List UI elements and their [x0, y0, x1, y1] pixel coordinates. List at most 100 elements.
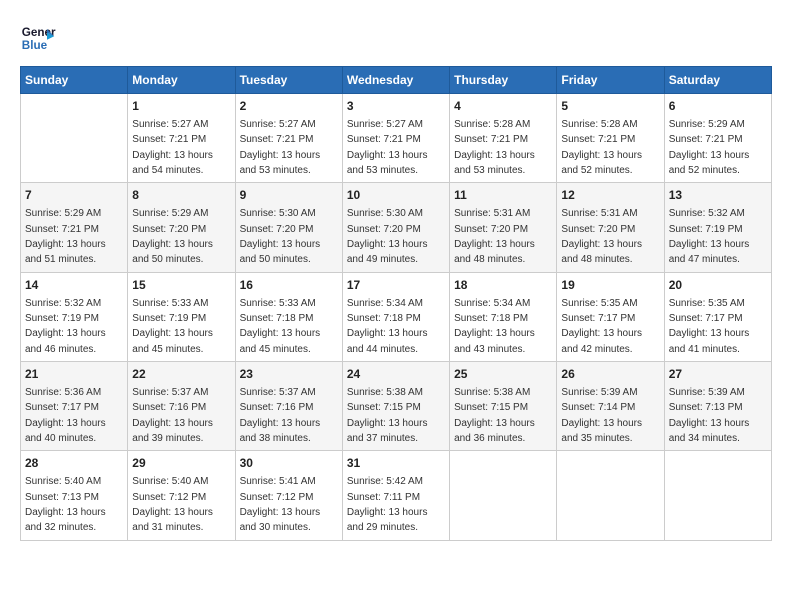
- day-info: Sunrise: 5:27 AM Sunset: 7:21 PM Dayligh…: [347, 119, 428, 176]
- calendar-cell: 25 Sunrise: 5:38 AM Sunset: 7:15 PM Dayli…: [450, 362, 557, 451]
- day-info: Sunrise: 5:33 AM Sunset: 7:19 PM Dayligh…: [132, 298, 213, 355]
- calendar-cell: 18 Sunrise: 5:34 AM Sunset: 7:18 PM Dayli…: [450, 272, 557, 361]
- weekday-header-row: SundayMondayTuesdayWednesdayThursdayFrid…: [21, 67, 772, 94]
- calendar-cell: 5Sunrise: 5:28 AM Sunset: 7:21 PM Daylig…: [557, 94, 664, 183]
- day-info: Sunrise: 5:29 AM Sunset: 7:20 PM Dayligh…: [132, 208, 213, 265]
- calendar-cell: 10 Sunrise: 5:30 AM Sunset: 7:20 PM Dayli…: [342, 183, 449, 272]
- day-number: 25: [454, 366, 552, 383]
- calendar-cell: 21Sunrise: 5:36 AM Sunset: 7:17 PM Dayli…: [21, 362, 128, 451]
- calendar-cell: [664, 451, 771, 540]
- day-number: 27: [669, 366, 767, 383]
- day-info: Sunrise: 5:35 AM Sunset: 7:17 PM Dayligh…: [669, 298, 750, 355]
- day-number: 31: [347, 455, 445, 472]
- weekday-header-wednesday: Wednesday: [342, 67, 449, 94]
- day-info: Sunrise: 5:38 AM Sunset: 7:15 PM Dayligh…: [454, 387, 535, 444]
- day-number: 9: [240, 187, 338, 204]
- day-number: 14: [25, 277, 123, 294]
- calendar-cell: 14 Sunrise: 5:32 AM Sunset: 7:19 PM Dayli…: [21, 272, 128, 361]
- day-info: Sunrise: 5:33 AM Sunset: 7:18 PM Dayligh…: [240, 298, 321, 355]
- calendar-cell: 27 Sunrise: 5:39 AM Sunset: 7:13 PM Dayli…: [664, 362, 771, 451]
- day-number: 3: [347, 98, 445, 115]
- logo: General Blue: [20, 20, 56, 56]
- day-number: 13: [669, 187, 767, 204]
- calendar-cell: 26Sunrise: 5:39 AM Sunset: 7:14 PM Dayli…: [557, 362, 664, 451]
- day-info: Sunrise: 5:31 AM Sunset: 7:20 PM Dayligh…: [454, 208, 535, 265]
- day-number: 28: [25, 455, 123, 472]
- day-info: Sunrise: 5:34 AM Sunset: 7:18 PM Dayligh…: [454, 298, 535, 355]
- calendar-cell: 3 Sunrise: 5:27 AM Sunset: 7:21 PM Daylig…: [342, 94, 449, 183]
- day-number: 8: [132, 187, 230, 204]
- day-number: 30: [240, 455, 338, 472]
- day-info: Sunrise: 5:39 AM Sunset: 7:13 PM Dayligh…: [669, 387, 750, 444]
- calendar-cell: 13Sunrise: 5:32 AM Sunset: 7:19 PM Dayli…: [664, 183, 771, 272]
- day-number: 4: [454, 98, 552, 115]
- day-number: 20: [669, 277, 767, 294]
- svg-text:Blue: Blue: [22, 39, 48, 52]
- day-info: Sunrise: 5:40 AM Sunset: 7:13 PM Dayligh…: [25, 476, 106, 533]
- weekday-header-thursday: Thursday: [450, 67, 557, 94]
- calendar-cell: 9 Sunrise: 5:30 AM Sunset: 7:20 PM Daylig…: [235, 183, 342, 272]
- day-number: 10: [347, 187, 445, 204]
- day-number: 29: [132, 455, 230, 472]
- day-info: Sunrise: 5:27 AM Sunset: 7:21 PM Dayligh…: [240, 119, 321, 176]
- day-info: Sunrise: 5:29 AM Sunset: 7:21 PM Dayligh…: [669, 119, 750, 176]
- day-info: Sunrise: 5:28 AM Sunset: 7:21 PM Dayligh…: [454, 119, 535, 176]
- day-number: 18: [454, 277, 552, 294]
- calendar-cell: 28 Sunrise: 5:40 AM Sunset: 7:13 PM Dayli…: [21, 451, 128, 540]
- day-number: 22: [132, 366, 230, 383]
- calendar-cell: 8 Sunrise: 5:29 AM Sunset: 7:20 PM Daylig…: [128, 183, 235, 272]
- day-info: Sunrise: 5:37 AM Sunset: 7:16 PM Dayligh…: [240, 387, 321, 444]
- calendar-cell: 29 Sunrise: 5:40 AM Sunset: 7:12 PM Dayli…: [128, 451, 235, 540]
- day-number: 23: [240, 366, 338, 383]
- day-number: 6: [669, 98, 767, 115]
- calendar-cell: [21, 94, 128, 183]
- calendar-cell: 7 Sunrise: 5:29 AM Sunset: 7:21 PM Daylig…: [21, 183, 128, 272]
- day-info: Sunrise: 5:42 AM Sunset: 7:11 PM Dayligh…: [347, 476, 428, 533]
- calendar-cell: 1 Sunrise: 5:27 AM Sunset: 7:21 PM Daylig…: [128, 94, 235, 183]
- day-number: 21: [25, 366, 123, 383]
- calendar-week-row: 7 Sunrise: 5:29 AM Sunset: 7:21 PM Daylig…: [21, 183, 772, 272]
- day-number: 12: [561, 187, 659, 204]
- logo-icon: General Blue: [20, 20, 56, 56]
- day-number: 2: [240, 98, 338, 115]
- day-number: 15: [132, 277, 230, 294]
- day-info: Sunrise: 5:40 AM Sunset: 7:12 PM Dayligh…: [132, 476, 213, 533]
- calendar-cell: 20 Sunrise: 5:35 AM Sunset: 7:17 PM Dayli…: [664, 272, 771, 361]
- day-number: 24: [347, 366, 445, 383]
- day-info: Sunrise: 5:29 AM Sunset: 7:21 PM Dayligh…: [25, 208, 106, 265]
- day-number: 7: [25, 187, 123, 204]
- day-number: 19: [561, 277, 659, 294]
- page-header: General Blue: [20, 20, 772, 56]
- day-info: Sunrise: 5:30 AM Sunset: 7:20 PM Dayligh…: [347, 208, 428, 265]
- day-info: Sunrise: 5:41 AM Sunset: 7:12 PM Dayligh…: [240, 476, 321, 533]
- weekday-header-tuesday: Tuesday: [235, 67, 342, 94]
- day-info: Sunrise: 5:35 AM Sunset: 7:17 PM Dayligh…: [561, 298, 642, 355]
- calendar-cell: 24 Sunrise: 5:38 AM Sunset: 7:15 PM Dayli…: [342, 362, 449, 451]
- calendar-cell: 19 Sunrise: 5:35 AM Sunset: 7:17 PM Dayli…: [557, 272, 664, 361]
- calendar-body: 1 Sunrise: 5:27 AM Sunset: 7:21 PM Daylig…: [21, 94, 772, 541]
- calendar-cell: 12 Sunrise: 5:31 AM Sunset: 7:20 PM Dayli…: [557, 183, 664, 272]
- day-info: Sunrise: 5:32 AM Sunset: 7:19 PM Dayligh…: [25, 298, 106, 355]
- day-number: 16: [240, 277, 338, 294]
- calendar-cell: 11 Sunrise: 5:31 AM Sunset: 7:20 PM Dayli…: [450, 183, 557, 272]
- calendar-cell: 6 Sunrise: 5:29 AM Sunset: 7:21 PM Daylig…: [664, 94, 771, 183]
- calendar-week-row: 1 Sunrise: 5:27 AM Sunset: 7:21 PM Daylig…: [21, 94, 772, 183]
- day-number: 1: [132, 98, 230, 115]
- calendar-table: SundayMondayTuesdayWednesdayThursdayFrid…: [20, 66, 772, 541]
- day-number: 17: [347, 277, 445, 294]
- calendar-cell: 31 Sunrise: 5:42 AM Sunset: 7:11 PM Dayli…: [342, 451, 449, 540]
- calendar-cell: [557, 451, 664, 540]
- calendar-cell: [450, 451, 557, 540]
- calendar-cell: 17Sunrise: 5:34 AM Sunset: 7:18 PM Dayli…: [342, 272, 449, 361]
- calendar-week-row: 14 Sunrise: 5:32 AM Sunset: 7:19 PM Dayli…: [21, 272, 772, 361]
- day-number: 5: [561, 98, 659, 115]
- day-info: Sunrise: 5:27 AM Sunset: 7:21 PM Dayligh…: [132, 119, 213, 176]
- day-info: Sunrise: 5:31 AM Sunset: 7:20 PM Dayligh…: [561, 208, 642, 265]
- day-info: Sunrise: 5:37 AM Sunset: 7:16 PM Dayligh…: [132, 387, 213, 444]
- calendar-cell: 23 Sunrise: 5:37 AM Sunset: 7:16 PM Dayli…: [235, 362, 342, 451]
- calendar-cell: 22 Sunrise: 5:37 AM Sunset: 7:16 PM Dayli…: [128, 362, 235, 451]
- day-info: Sunrise: 5:38 AM Sunset: 7:15 PM Dayligh…: [347, 387, 428, 444]
- day-number: 11: [454, 187, 552, 204]
- calendar-cell: 2 Sunrise: 5:27 AM Sunset: 7:21 PM Daylig…: [235, 94, 342, 183]
- day-info: Sunrise: 5:30 AM Sunset: 7:20 PM Dayligh…: [240, 208, 321, 265]
